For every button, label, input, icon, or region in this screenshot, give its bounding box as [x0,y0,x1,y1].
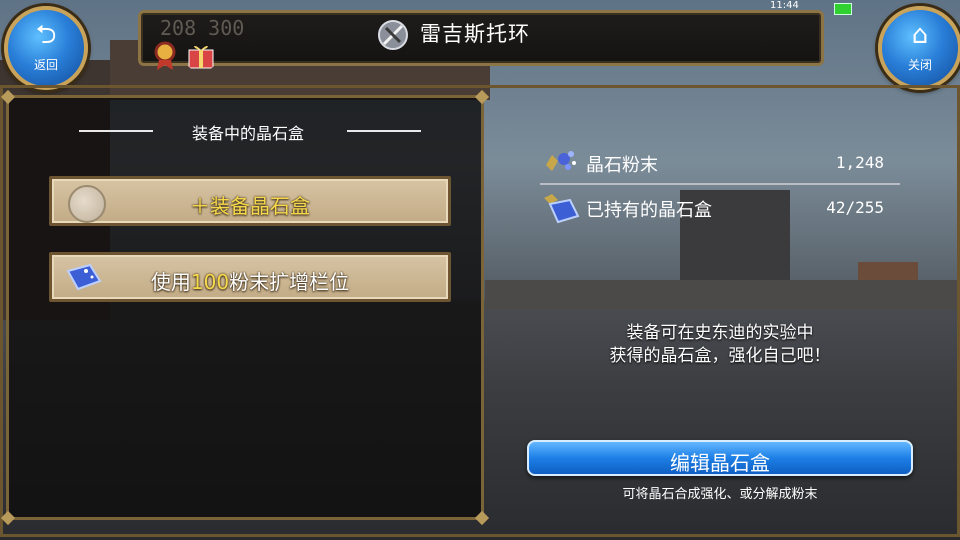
expand-button-label: 使用100粉末扩增栏位 [52,266,448,295]
home-icon: ⌂ [911,20,929,50]
powder-value: 1,248 [835,153,884,172]
equipped-panel: 装备中的晶石盒 ＋装备晶石盒 使用100粉末扩增栏位 [0,89,490,526]
description-line-2: 获得的晶石盒，强化自己吧！ [609,346,831,366]
close-label: 关闭 [907,58,932,72]
back-button[interactable]: ⮌ 返回 [4,6,88,90]
expand-suffix: 粉末扩增栏位 [229,270,350,294]
equip-button-text: ＋装备晶石盒 [190,194,310,218]
edit-crystal-box-button[interactable]: 编辑晶石盒 [527,440,913,476]
back-label: 返回 [33,58,58,72]
info-row-boxes: 已持有的晶石盒 42/255 [540,188,900,228]
page-title: 雷吉斯托环 [420,22,530,46]
expand-amount: 100 [190,270,230,294]
sword-shield-icon [378,20,408,50]
info-divider [540,183,900,185]
edit-hint: 可将晶石合成强化、或分解成粉末 [622,487,818,502]
description-line-1: 装备可在史东迪的实验中 [626,323,814,343]
powder-name: 晶石粉末 [586,155,658,176]
close-button[interactable]: ⌂ 关闭 [878,6,960,90]
back-arrow-icon: ⮌ [35,20,57,50]
equip-crystal-box-button[interactable]: ＋装备晶石盒 [49,176,451,226]
section-title: 装备中的晶石盒 [191,124,304,143]
boxes-name: 已持有的晶石盒 [586,200,712,221]
crystal-powder-icon [546,151,576,171]
expand-slot-button[interactable]: 使用100粉末扩增栏位 [49,252,451,302]
title-rule-right [347,130,421,132]
gift-icon[interactable] [184,38,218,72]
description: 装备可在史东迪的实验中 获得的晶石盒，强化自己吧！ [560,322,880,368]
medal-icon[interactable] [148,38,182,72]
battery-icon [834,3,852,15]
boxes-value: 42/255 [826,198,884,217]
clock: 11:44 [770,0,799,11]
edit-button-label: 编辑晶石盒 [670,451,770,475]
faded-stat-numbers: 208 300 [160,16,245,40]
info-row-powder: 晶石粉末 1,248 [540,143,900,183]
expand-prefix: 使用 [150,270,191,294]
crystal-box-icon [544,194,580,224]
equip-button-label: ＋装备晶石盒 [52,190,448,219]
